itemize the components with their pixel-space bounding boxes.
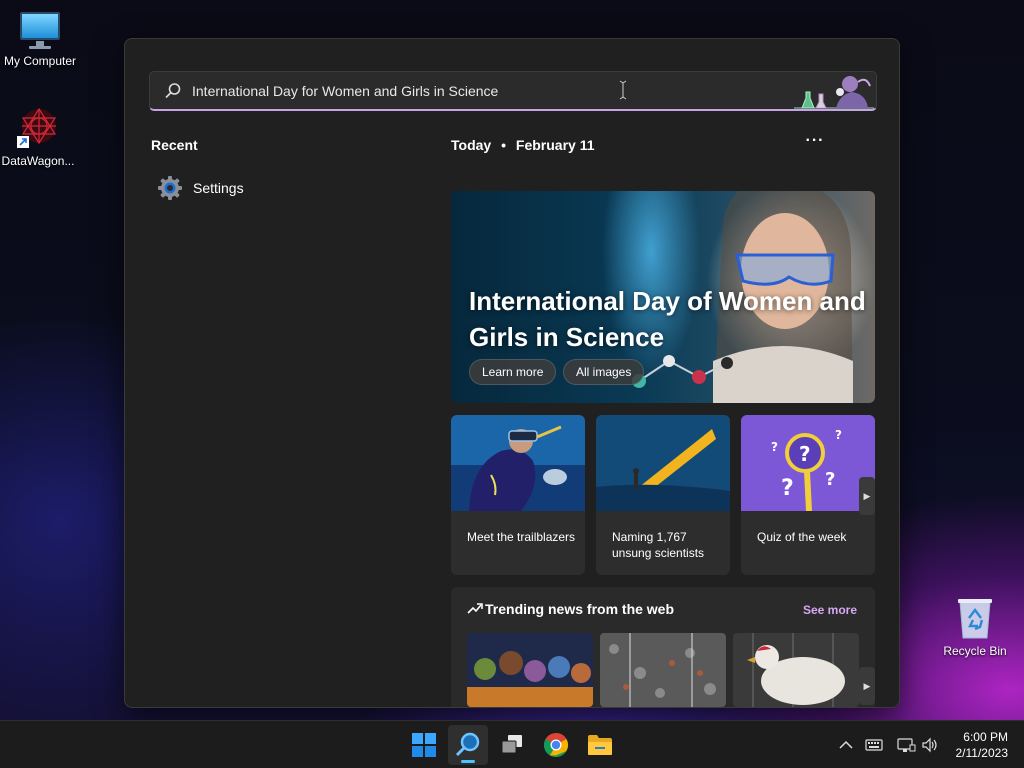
- today-date: February 11: [515, 137, 595, 153]
- hero-card[interactable]: International Day of Women and Girls in …: [451, 191, 875, 403]
- card-trailblazers[interactable]: Meet the trailblazers: [451, 415, 585, 575]
- network-icon[interactable]: [896, 735, 916, 755]
- date-separator: •: [501, 137, 506, 153]
- taskbar: 6:00 PM 2/11/2023: [0, 720, 1024, 768]
- spotlight-image: [596, 415, 730, 511]
- recent-item-settings[interactable]: Settings: [157, 173, 417, 203]
- all-images-button[interactable]: All images: [563, 359, 645, 385]
- taskbar-search-button[interactable]: [448, 725, 488, 765]
- card-caption: Meet the trailblazers: [467, 530, 576, 544]
- search-flyout: International Day for Women and Girls in…: [124, 38, 900, 708]
- desktop-icon-recycle-bin[interactable]: Recycle Bin: [935, 596, 1015, 658]
- chrome-button[interactable]: [536, 725, 576, 765]
- desktop-icon-my-computer[interactable]: My Computer: [0, 10, 80, 68]
- recycle-bin-icon: [956, 596, 994, 640]
- scientist-illustration-icon: [794, 76, 874, 109]
- trending-next-button[interactable]: ▶: [859, 667, 875, 705]
- chrome-icon: [544, 733, 569, 758]
- diver-image: [451, 415, 585, 511]
- today-label: Today: [451, 137, 492, 153]
- gear-icon: [158, 176, 182, 200]
- more-icon: ···: [805, 132, 825, 149]
- trending-section: Trending news from the web See more ▶: [451, 587, 875, 707]
- file-explorer-icon: [588, 735, 612, 755]
- file-explorer-button[interactable]: [580, 725, 620, 765]
- svg-text:?: ?: [825, 469, 835, 490]
- svg-text:?: ?: [781, 476, 794, 501]
- trending-thumbnail[interactable]: [733, 633, 859, 707]
- chevron-right-icon: ▶: [863, 491, 871, 501]
- search-icon: [455, 732, 480, 757]
- start-button[interactable]: [404, 725, 444, 765]
- task-view-icon: [501, 735, 522, 754]
- learn-more-button[interactable]: Learn more: [469, 359, 557, 385]
- card-quiz[interactable]: ? ? ? ? ? Quiz of the week: [741, 415, 875, 575]
- card-caption: Quiz of the week: [757, 530, 847, 544]
- chevron-right-icon: ▶: [863, 681, 871, 691]
- trending-title: Trending news from the web: [485, 601, 675, 617]
- recent-heading: Recent: [151, 137, 198, 153]
- desktop-icon-datawagon[interactable]: DataWagon...: [0, 106, 78, 168]
- more-options-button[interactable]: ···: [801, 131, 829, 155]
- clock-date: 2/11/2023: [955, 746, 1009, 760]
- today-header: Today • February 11: [451, 137, 595, 153]
- start-icon: [412, 733, 436, 757]
- volume-icon[interactable]: [920, 735, 940, 755]
- search-icon: [165, 83, 181, 99]
- text-cursor-icon: [619, 80, 627, 100]
- desktop-icon-label: My Computer: [3, 54, 77, 68]
- card-caption: Naming 1,767 unsung scientists: [612, 530, 705, 560]
- trending-thumbnail[interactable]: [600, 633, 726, 707]
- chevron-up-icon[interactable]: [836, 735, 856, 755]
- quiz-image: ? ? ? ? ?: [741, 415, 875, 511]
- desktop-icon-label: DataWagon...: [1, 154, 75, 168]
- svg-text:?: ?: [771, 440, 778, 454]
- monitor-icon: [18, 10, 62, 50]
- recent-item-label: Settings: [193, 180, 244, 196]
- trending-thumbnail[interactable]: [467, 633, 593, 707]
- see-more-link[interactable]: See more: [803, 603, 857, 617]
- search-input[interactable]: International Day for Women and Girls in…: [149, 71, 877, 111]
- cards-next-button[interactable]: ▶: [859, 477, 875, 515]
- trending-icon: [467, 603, 483, 614]
- card-unsung-scientists[interactable]: Naming 1,767 unsung scientists: [596, 415, 730, 575]
- svg-text:?: ?: [835, 428, 842, 442]
- hero-title: International Day of Women and Girls in …: [469, 286, 866, 352]
- task-view-button[interactable]: [492, 725, 532, 765]
- clock-time: 6:00 PM: [963, 730, 1008, 744]
- datawagon-icon: [15, 106, 61, 150]
- svg-text:?: ?: [799, 442, 811, 466]
- system-clock[interactable]: 6:00 PM 2/11/2023: [938, 729, 1009, 761]
- desktop-icon-label: Recycle Bin: [943, 644, 1007, 658]
- search-query: International Day for Women and Girls in…: [192, 83, 499, 99]
- keyboard-icon[interactable]: [864, 735, 884, 755]
